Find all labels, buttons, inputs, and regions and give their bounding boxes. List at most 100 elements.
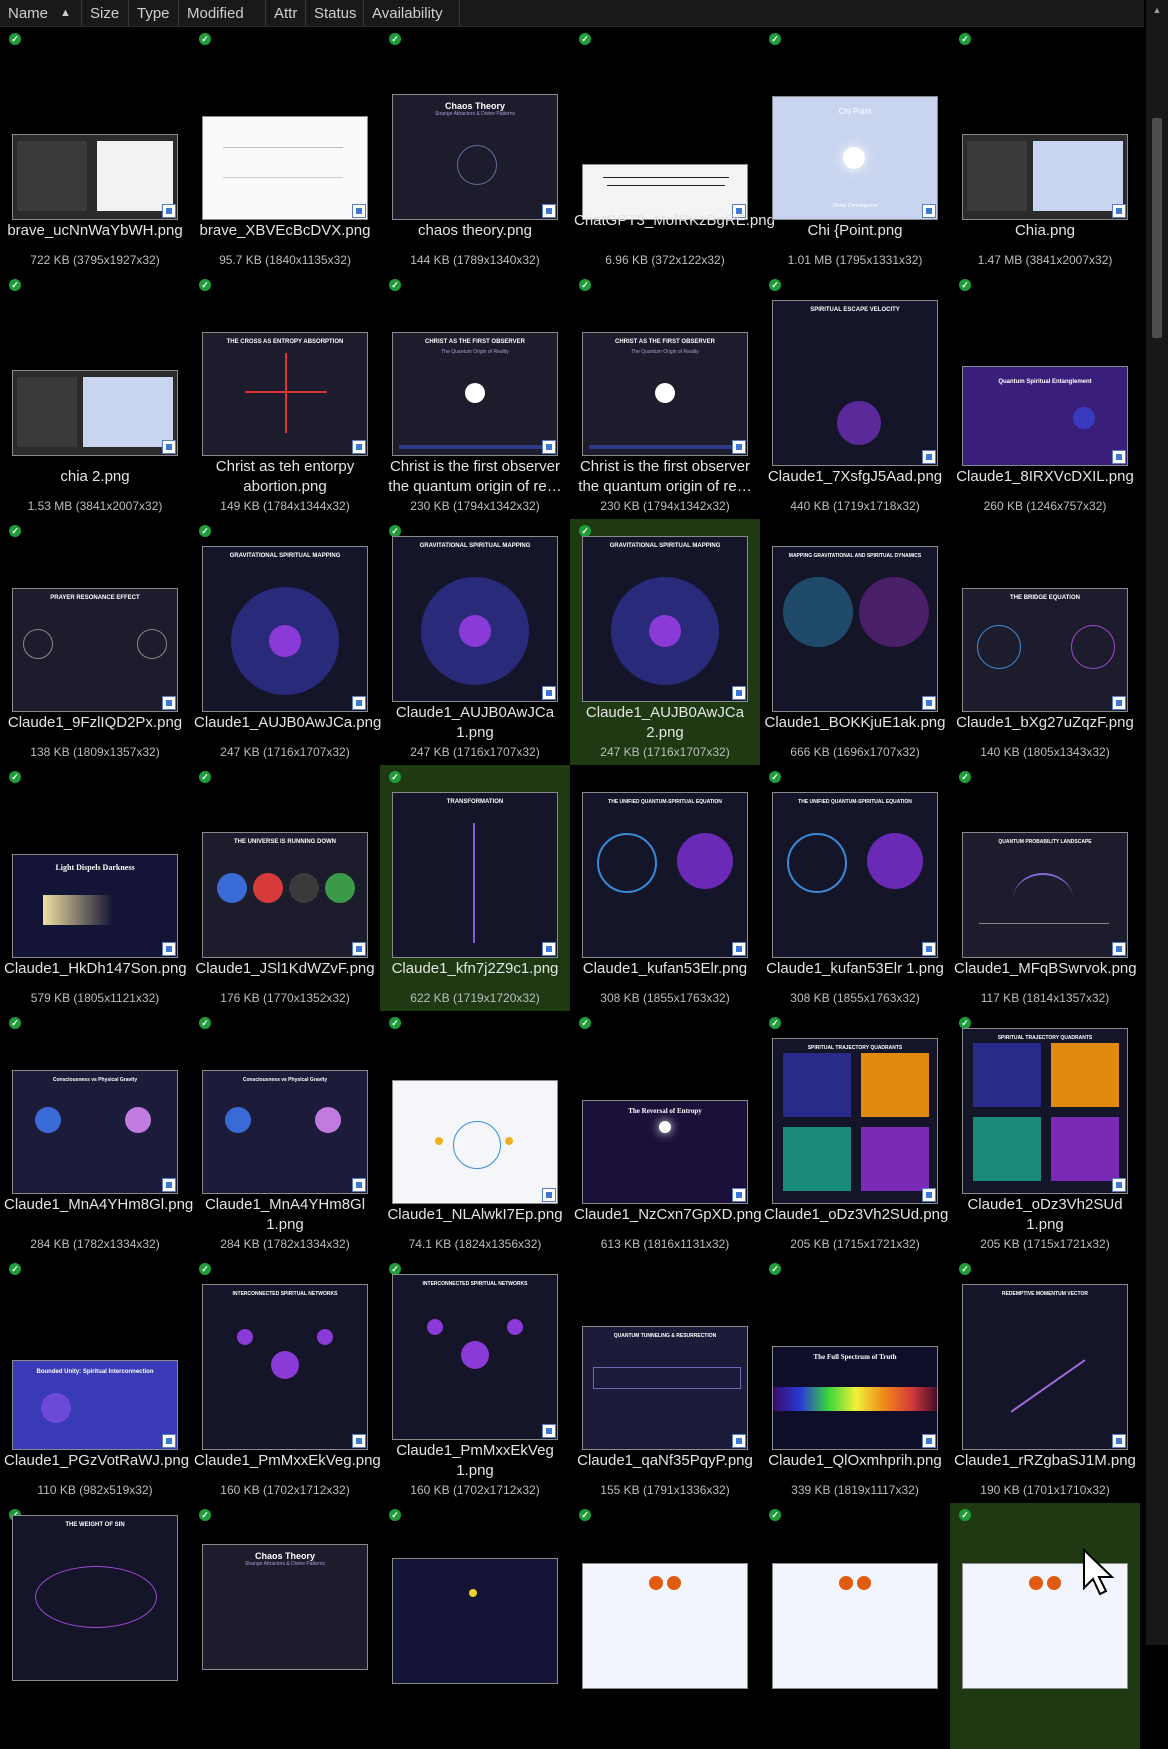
file-tile[interactable]: ✓ Consciousness vs Physical Gravity Clau… xyxy=(190,1011,380,1257)
file-tile[interactable]: ✓ THE CROSS AS ENTROPY ABSORPTION Christ… xyxy=(190,273,380,519)
file-tile[interactable]: ✓ THE UNIVERSE IS RUNNING DOWN Claude1_J… xyxy=(190,765,380,1011)
file-thumbnail: THE BRIDGE EQUATION xyxy=(962,588,1128,712)
file-tile[interactable]: ✓ xyxy=(760,1503,950,1749)
thumbnail-title: THE UNIFIED QUANTUM-SPIRITUAL EQUATION xyxy=(608,799,722,805)
file-tile[interactable]: ✓ The Reversal of Entropy Claude1_NzCxn7… xyxy=(570,1011,762,1257)
file-tile[interactable]: MAPPING GRAVITATIONAL AND SPIRITUAL DYNA… xyxy=(760,519,950,765)
column-name-label: Name xyxy=(8,4,49,22)
thumbnail-title: INTERCONNECTED SPIRITUAL NETWORKS xyxy=(422,1281,528,1287)
file-tile[interactable]: ✓ CHRIST AS THE FIRST OBSERVER The Quant… xyxy=(570,273,760,519)
file-thumbnail: CHRIST AS THE FIRST OBSERVER The Quantum… xyxy=(392,332,558,456)
file-thumbnail: THE UNIFIED QUANTUM-SPIRITUAL EQUATION xyxy=(582,792,748,958)
file-tile[interactable]: ✓ SPIRITUAL TRAJECTORY QUADRANTS Claude1… xyxy=(950,1011,1140,1257)
file-tile[interactable]: ✓ REDEMPTIVE MOMENTUM VECTOR Claude1_rRZ… xyxy=(950,1257,1140,1503)
scrollbar-thumb[interactable] xyxy=(1152,118,1162,338)
sync-status-check-icon: ✓ xyxy=(389,1509,401,1521)
sync-status-check-icon: ✓ xyxy=(579,1017,591,1029)
image-type-icon xyxy=(732,1434,746,1448)
file-tile[interactable]: ✓ Chi Point Divine Convergence Chi {Poin… xyxy=(760,27,950,273)
file-thumbnail xyxy=(392,1558,558,1684)
file-tile[interactable]: ✓ SPIRITUAL TRAJECTORY QUADRANTS Claude1… xyxy=(760,1011,950,1257)
file-thumbnail: THE UNIFIED QUANTUM-SPIRITUAL EQUATION xyxy=(772,792,938,958)
column-name[interactable]: Name ▲ xyxy=(0,0,82,26)
column-size[interactable]: Size xyxy=(82,0,129,26)
file-thumbnail: Consciousness vs Physical Gravity xyxy=(202,1070,368,1194)
file-tile[interactable]: ✓ chia 2.png 1.53 MB (3841x2007x32) xyxy=(0,273,190,519)
file-name: Claude1_PmMxxEkVeg.png xyxy=(194,1452,381,1469)
file-tile[interactable]: ✓ PRAYER RESONANCE EFFECT Claude1_9FzlIQ… xyxy=(0,519,190,765)
file-thumbnail: PRAYER RESONANCE EFFECT xyxy=(12,588,178,712)
file-tile[interactable]: ✓ INTERCONNECTED SPIRITUAL NETWORKS Clau… xyxy=(380,1257,570,1503)
sync-status-check-icon: ✓ xyxy=(199,33,211,45)
thumbnail-title: CHRIST AS THE FIRST OBSERVER xyxy=(424,339,525,345)
sync-status-check-icon: ✓ xyxy=(9,1263,21,1275)
image-type-icon xyxy=(922,204,936,218)
file-tile[interactable]: ✓ xyxy=(380,1503,570,1749)
file-tile[interactable]: ✓ THE WEIGHT OF SIN xyxy=(0,1503,190,1749)
image-type-icon xyxy=(1112,1434,1126,1448)
file-tile[interactable]: ✓ Light Dispels Darkness Claude1_HkDh147… xyxy=(0,765,190,1011)
file-tile[interactable]: ✓ Chaos Theory Strange Attractors & Divi… xyxy=(380,27,570,273)
file-info: 622 KB (1719x1720x32) xyxy=(410,991,540,1005)
file-tile[interactable]: ✓ CHRIST AS THE FIRST OBSERVER The Quant… xyxy=(380,273,570,519)
file-tile[interactable]: ✓ The Full Spectrum of Truth Claude1_QlO… xyxy=(760,1257,950,1503)
file-tile-selected[interactable]: ✓ xyxy=(950,1503,1140,1749)
scroll-up-arrow-icon[interactable]: ▲ xyxy=(1146,0,1168,20)
file-tile[interactable]: ✓ QUANTUM PROBABILITY LANDSCAPE Claude1_… xyxy=(950,765,1140,1011)
file-thumbnail xyxy=(962,134,1128,220)
thumbnail-title: THE BRIDGE EQUATION xyxy=(1010,595,1080,601)
column-status[interactable]: Status xyxy=(306,0,364,26)
file-tile[interactable]: ✓ GRAVITATIONAL SPIRITUAL MAPPING Claude… xyxy=(380,519,570,765)
image-type-icon xyxy=(1112,696,1126,710)
file-thumbnail: GRAVITATIONAL SPIRITUAL MAPPING xyxy=(392,536,558,702)
file-thumbnail: The Full Spectrum of Truth xyxy=(772,1346,938,1450)
file-tile[interactable]: ✓ THE UNIFIED QUANTUM-SPIRITUAL EQUATION… xyxy=(760,765,950,1011)
file-info: 308 KB (1855x1763x32) xyxy=(600,991,730,1005)
image-type-icon xyxy=(162,942,176,956)
image-type-icon xyxy=(922,1434,936,1448)
file-tile[interactable]: ✓ brave_ucNnWaYbWH.png 722 KB (3795x1927… xyxy=(0,27,190,273)
file-info: 722 KB (3795x1927x32) xyxy=(30,253,160,267)
file-tile[interactable]: ✓ Quantum Spiritual Entanglement Claude1… xyxy=(950,273,1140,519)
file-tile[interactable]: ✓ GRAVITATIONAL SPIRITUAL MAPPING Claude… xyxy=(190,519,381,765)
file-tile[interactable]: ✓ Consciousness vs Physical Gravity Clau… xyxy=(0,1011,193,1257)
column-attr-label: Attr xyxy=(274,4,298,22)
file-name: Claude1_7XsfgJ5Aad.png xyxy=(767,468,943,485)
thumbnail-title: THE UNIVERSE IS RUNNING DOWN xyxy=(233,839,336,845)
file-info: 6.96 KB (372x122x32) xyxy=(605,253,725,267)
file-tile[interactable]: ✓ brave_XBVEcBcDVX.png 95.7 KB (1840x113… xyxy=(190,27,380,273)
file-name: chia 2.png xyxy=(60,468,130,485)
file-tile[interactable]: THE BRIDGE EQUATION Claude1_bXg27uZqzF.p… xyxy=(950,519,1140,765)
file-info: 1.01 MB (1795x1331x32) xyxy=(787,253,923,267)
file-tile[interactable]: ✓ Chia.png 1.47 MB (3841x2007x32) xyxy=(950,27,1140,273)
mouse-cursor-icon xyxy=(1083,1548,1115,1596)
file-info: 440 KB (1719x1718x32) xyxy=(790,499,920,513)
file-tile[interactable]: ✓ INTERCONNECTED SPIRITUAL NETWORKS Clau… xyxy=(190,1257,381,1503)
file-tile[interactable]: THE UNIFIED QUANTUM-SPIRITUAL EQUATION C… xyxy=(570,765,760,1011)
column-type[interactable]: Type xyxy=(129,0,179,26)
column-modified[interactable]: Modified xyxy=(179,0,266,26)
file-tile[interactable]: ✓ ChatGPT3_MofRKzBgRE.png 6.96 KB (372x1… xyxy=(570,27,775,273)
vertical-scrollbar[interactable]: ▲ xyxy=(1146,0,1168,1645)
file-tile[interactable]: ✓ xyxy=(570,1503,760,1749)
file-thumbnail xyxy=(582,1563,748,1689)
file-name: Claude1_kufan53Elr.png xyxy=(582,960,748,977)
file-info: 230 KB (1794x1342x32) xyxy=(410,499,540,513)
image-type-icon xyxy=(542,204,556,218)
image-type-icon xyxy=(732,942,746,956)
file-tile[interactable]: ✓ Chaos Theory Strange Attractors & Divi… xyxy=(190,1503,380,1749)
column-availability[interactable]: Availability xyxy=(364,0,460,26)
image-type-icon xyxy=(922,1188,936,1202)
file-tile[interactable]: ✓ SPIRITUAL ESCAPE VELOCITY Claude1_7Xsf… xyxy=(760,273,950,519)
sync-status-check-icon: ✓ xyxy=(389,33,401,45)
file-info: 1.53 MB (3841x2007x32) xyxy=(27,499,163,513)
file-tile-selected[interactable]: ✓ TRANSFORMATION Claude1_kfn7j2Z9c1.png … xyxy=(380,765,570,1011)
file-tile[interactable]: ✓ Bounded Unity: Spiritual Interconnecti… xyxy=(0,1257,190,1503)
sync-status-check-icon: ✓ xyxy=(9,771,21,783)
file-tile[interactable]: QUANTUM TUNNELING & RESURRECTION Claude1… xyxy=(570,1257,760,1503)
thumbnail-subtitle: The Quantum Origin of Reality xyxy=(631,349,699,355)
file-tile-selected[interactable]: ✓ GRAVITATIONAL SPIRITUAL MAPPING Claude… xyxy=(570,519,760,765)
file-tile[interactable]: ✓ Claude1_NLAlwkI7Ep.png 74.1 KB (1824x1… xyxy=(380,1011,570,1257)
thumbnail-title: Light Dispels Darkness xyxy=(55,863,135,872)
column-attr[interactable]: Attr xyxy=(266,0,306,26)
